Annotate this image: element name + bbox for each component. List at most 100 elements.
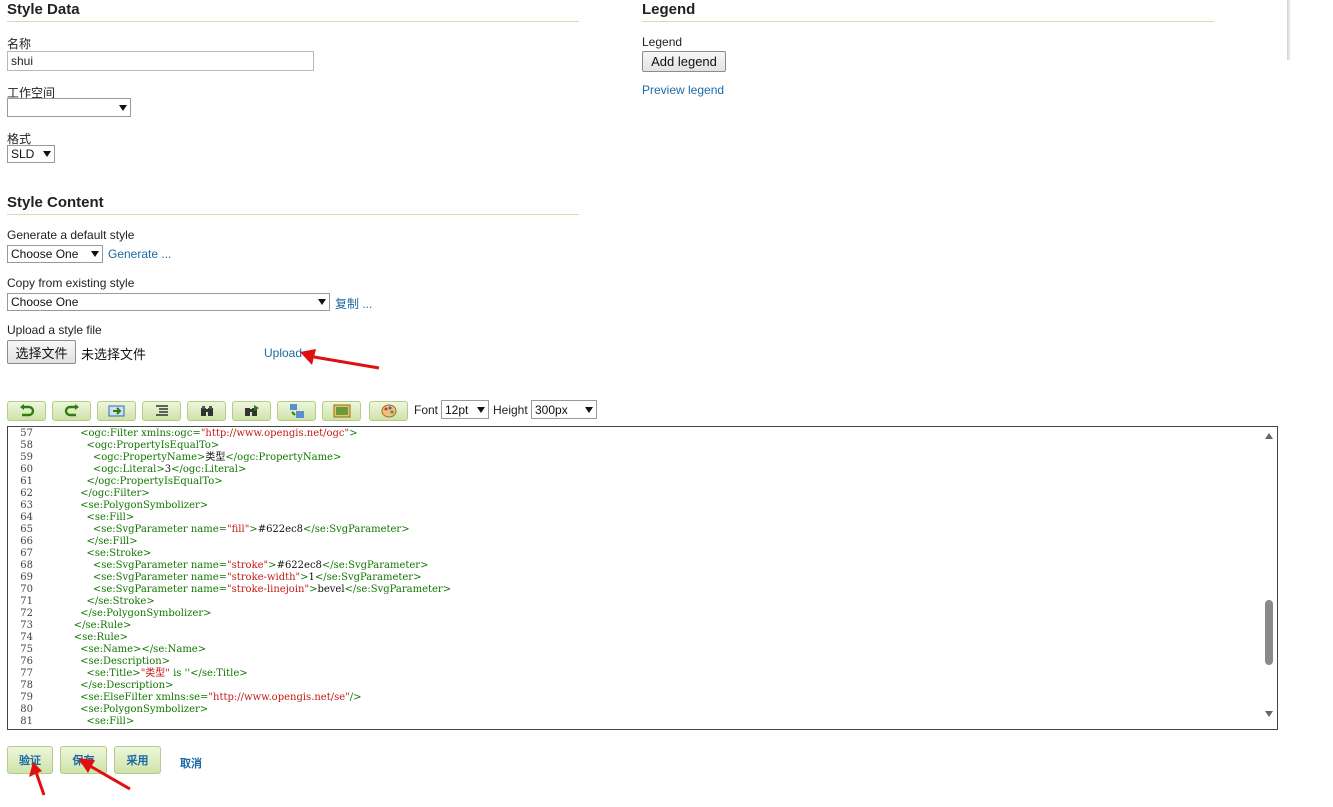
code-text: <se:SvgParameter name="fill">#622ec8</se… xyxy=(42,524,410,535)
copy-label: Copy from existing style xyxy=(7,276,135,290)
copy-select-value: Choose One xyxy=(11,295,79,309)
format-select[interactable]: SLD xyxy=(7,145,55,163)
go-to-line-button[interactable] xyxy=(97,401,136,421)
line-number: 73 xyxy=(20,620,33,631)
chevron-down-icon xyxy=(318,299,326,305)
reindent-button[interactable] xyxy=(142,401,181,421)
cancel-link[interactable]: 取消 xyxy=(180,755,202,771)
font-size-select[interactable]: 12pt xyxy=(441,400,489,419)
code-text: </se:Fill> xyxy=(42,536,138,547)
apply-button[interactable]: 采用 xyxy=(114,746,161,774)
editor-height-select[interactable]: 300px xyxy=(531,400,597,419)
workspace-select[interactable] xyxy=(7,98,131,117)
preview-legend-link[interactable]: Preview legend xyxy=(642,83,724,97)
code-text: <se:SvgParameter name="stroke-linejoin">… xyxy=(42,584,452,595)
add-legend-button[interactable]: Add legend xyxy=(642,51,726,72)
code-text: </se:Description> xyxy=(42,680,174,691)
style-content-title: Style Content xyxy=(7,194,104,211)
copy-link[interactable]: 复制 ... xyxy=(335,295,372,312)
code-text: <se:PolygonSymbolizer> xyxy=(42,500,209,511)
legend-label: Legend xyxy=(642,35,683,49)
code-text: <ogc:Literal>3</ogc:Literal> xyxy=(42,464,247,475)
style-content-divider xyxy=(7,214,579,215)
generate-select-value: Choose One xyxy=(11,247,79,261)
code-text: </se:PolygonSymbolizer> xyxy=(42,608,212,619)
line-number: 62 xyxy=(20,488,33,499)
name-input[interactable] xyxy=(7,51,314,71)
style-data-divider xyxy=(7,21,579,22)
line-number: 77 xyxy=(20,668,33,679)
chevron-down-icon xyxy=(91,251,99,257)
image-button[interactable] xyxy=(322,401,361,421)
chevron-down-icon xyxy=(585,406,593,413)
code-text: <se:ElseFilter xmlns:se="http://www.open… xyxy=(42,692,362,703)
generate-link[interactable]: Generate ... xyxy=(108,247,171,261)
style-data-title: Style Data xyxy=(7,1,80,18)
editor-scrollbar[interactable] xyxy=(1261,427,1277,729)
image-icon xyxy=(333,404,350,418)
validate-button[interactable]: 验证 xyxy=(7,746,53,774)
line-number: 69 xyxy=(20,572,33,583)
code-text: <se:Stroke> xyxy=(42,548,152,559)
line-number: 58 xyxy=(20,440,33,451)
scroll-up-icon[interactable] xyxy=(1265,433,1273,439)
code-text: <se:SvgParameter name="stroke">#622ec8</… xyxy=(42,560,429,571)
line-number: 71 xyxy=(20,596,33,607)
binoculars-replace-icon xyxy=(244,405,259,416)
line-number: 65 xyxy=(20,524,33,535)
save-button[interactable]: 保存 xyxy=(60,746,107,774)
palette-icon xyxy=(381,404,396,418)
line-number: 74 xyxy=(20,632,33,643)
code-text: </ogc:Filter> xyxy=(42,488,150,499)
code-lines: 57 <ogc:Filter xmlns:ogc="http://www.ope… xyxy=(9,428,1259,728)
redo-button[interactable] xyxy=(52,401,91,421)
line-number: 63 xyxy=(20,500,33,511)
chevron-down-icon xyxy=(119,104,127,111)
code-text: </ogc:PropertyIsEqualTo> xyxy=(42,476,223,487)
height-label: Height xyxy=(493,403,528,417)
undo-icon xyxy=(19,404,34,417)
format-code-icon xyxy=(289,404,304,418)
format-button[interactable] xyxy=(277,401,316,421)
scroll-down-icon[interactable] xyxy=(1265,711,1273,717)
code-text: <se:SvgParameter name="stroke-width">1</… xyxy=(42,572,422,583)
chevron-down-icon xyxy=(477,406,485,413)
upload-link[interactable]: Upload xyxy=(264,346,302,360)
line-number: 76 xyxy=(20,656,33,667)
palette-button[interactable] xyxy=(369,401,408,421)
generate-style-select[interactable]: Choose One xyxy=(7,245,103,263)
scrollbar-thumb[interactable] xyxy=(1265,600,1273,665)
code-text: <se:Name></se:Name> xyxy=(42,644,207,655)
code-text: <ogc:PropertyIsEqualTo> xyxy=(42,440,220,451)
copy-style-select[interactable]: Choose One xyxy=(7,293,330,311)
line-number: 81 xyxy=(20,716,33,727)
code-text: <se:Title>"类型" is ''</se:Title> xyxy=(42,668,248,679)
line-number: 78 xyxy=(20,680,33,691)
reindent-icon xyxy=(155,405,168,416)
code-text: <ogc:PropertyName>类型</ogc:PropertyName> xyxy=(42,452,342,463)
find-button[interactable] xyxy=(187,401,226,421)
code-text: <se:Description> xyxy=(42,656,171,667)
line-number: 80 xyxy=(20,704,33,715)
code-text: </se:Stroke> xyxy=(42,596,155,607)
code-text: <se:Rule> xyxy=(42,632,129,643)
replace-button[interactable] xyxy=(232,401,271,421)
code-text: <se:Fill> xyxy=(42,716,135,727)
undo-button[interactable] xyxy=(7,401,46,421)
code-text: <se:PolygonSymbolizer> xyxy=(42,704,209,715)
line-number: 57 xyxy=(20,428,33,439)
go-to-line-icon xyxy=(108,405,124,417)
font-label: Font xyxy=(414,403,439,417)
name-label: 名称 xyxy=(7,37,32,51)
arrow-to-upload-icon xyxy=(300,349,380,370)
page-edge-shadow xyxy=(1287,0,1291,60)
line-number: 66 xyxy=(20,536,33,547)
code-text: <se:Fill> xyxy=(42,512,135,523)
code-text: <ogc:Filter xmlns:ogc="http://www.opengi… xyxy=(42,428,358,439)
line-number: 75 xyxy=(20,644,33,655)
line-number: 67 xyxy=(20,548,33,559)
choose-file-button[interactable]: 选择文件 xyxy=(7,340,76,364)
code-editor[interactable]: 57 <ogc:Filter xmlns:ogc="http://www.ope… xyxy=(7,426,1278,730)
binoculars-icon xyxy=(200,406,213,416)
redo-icon xyxy=(64,404,79,417)
